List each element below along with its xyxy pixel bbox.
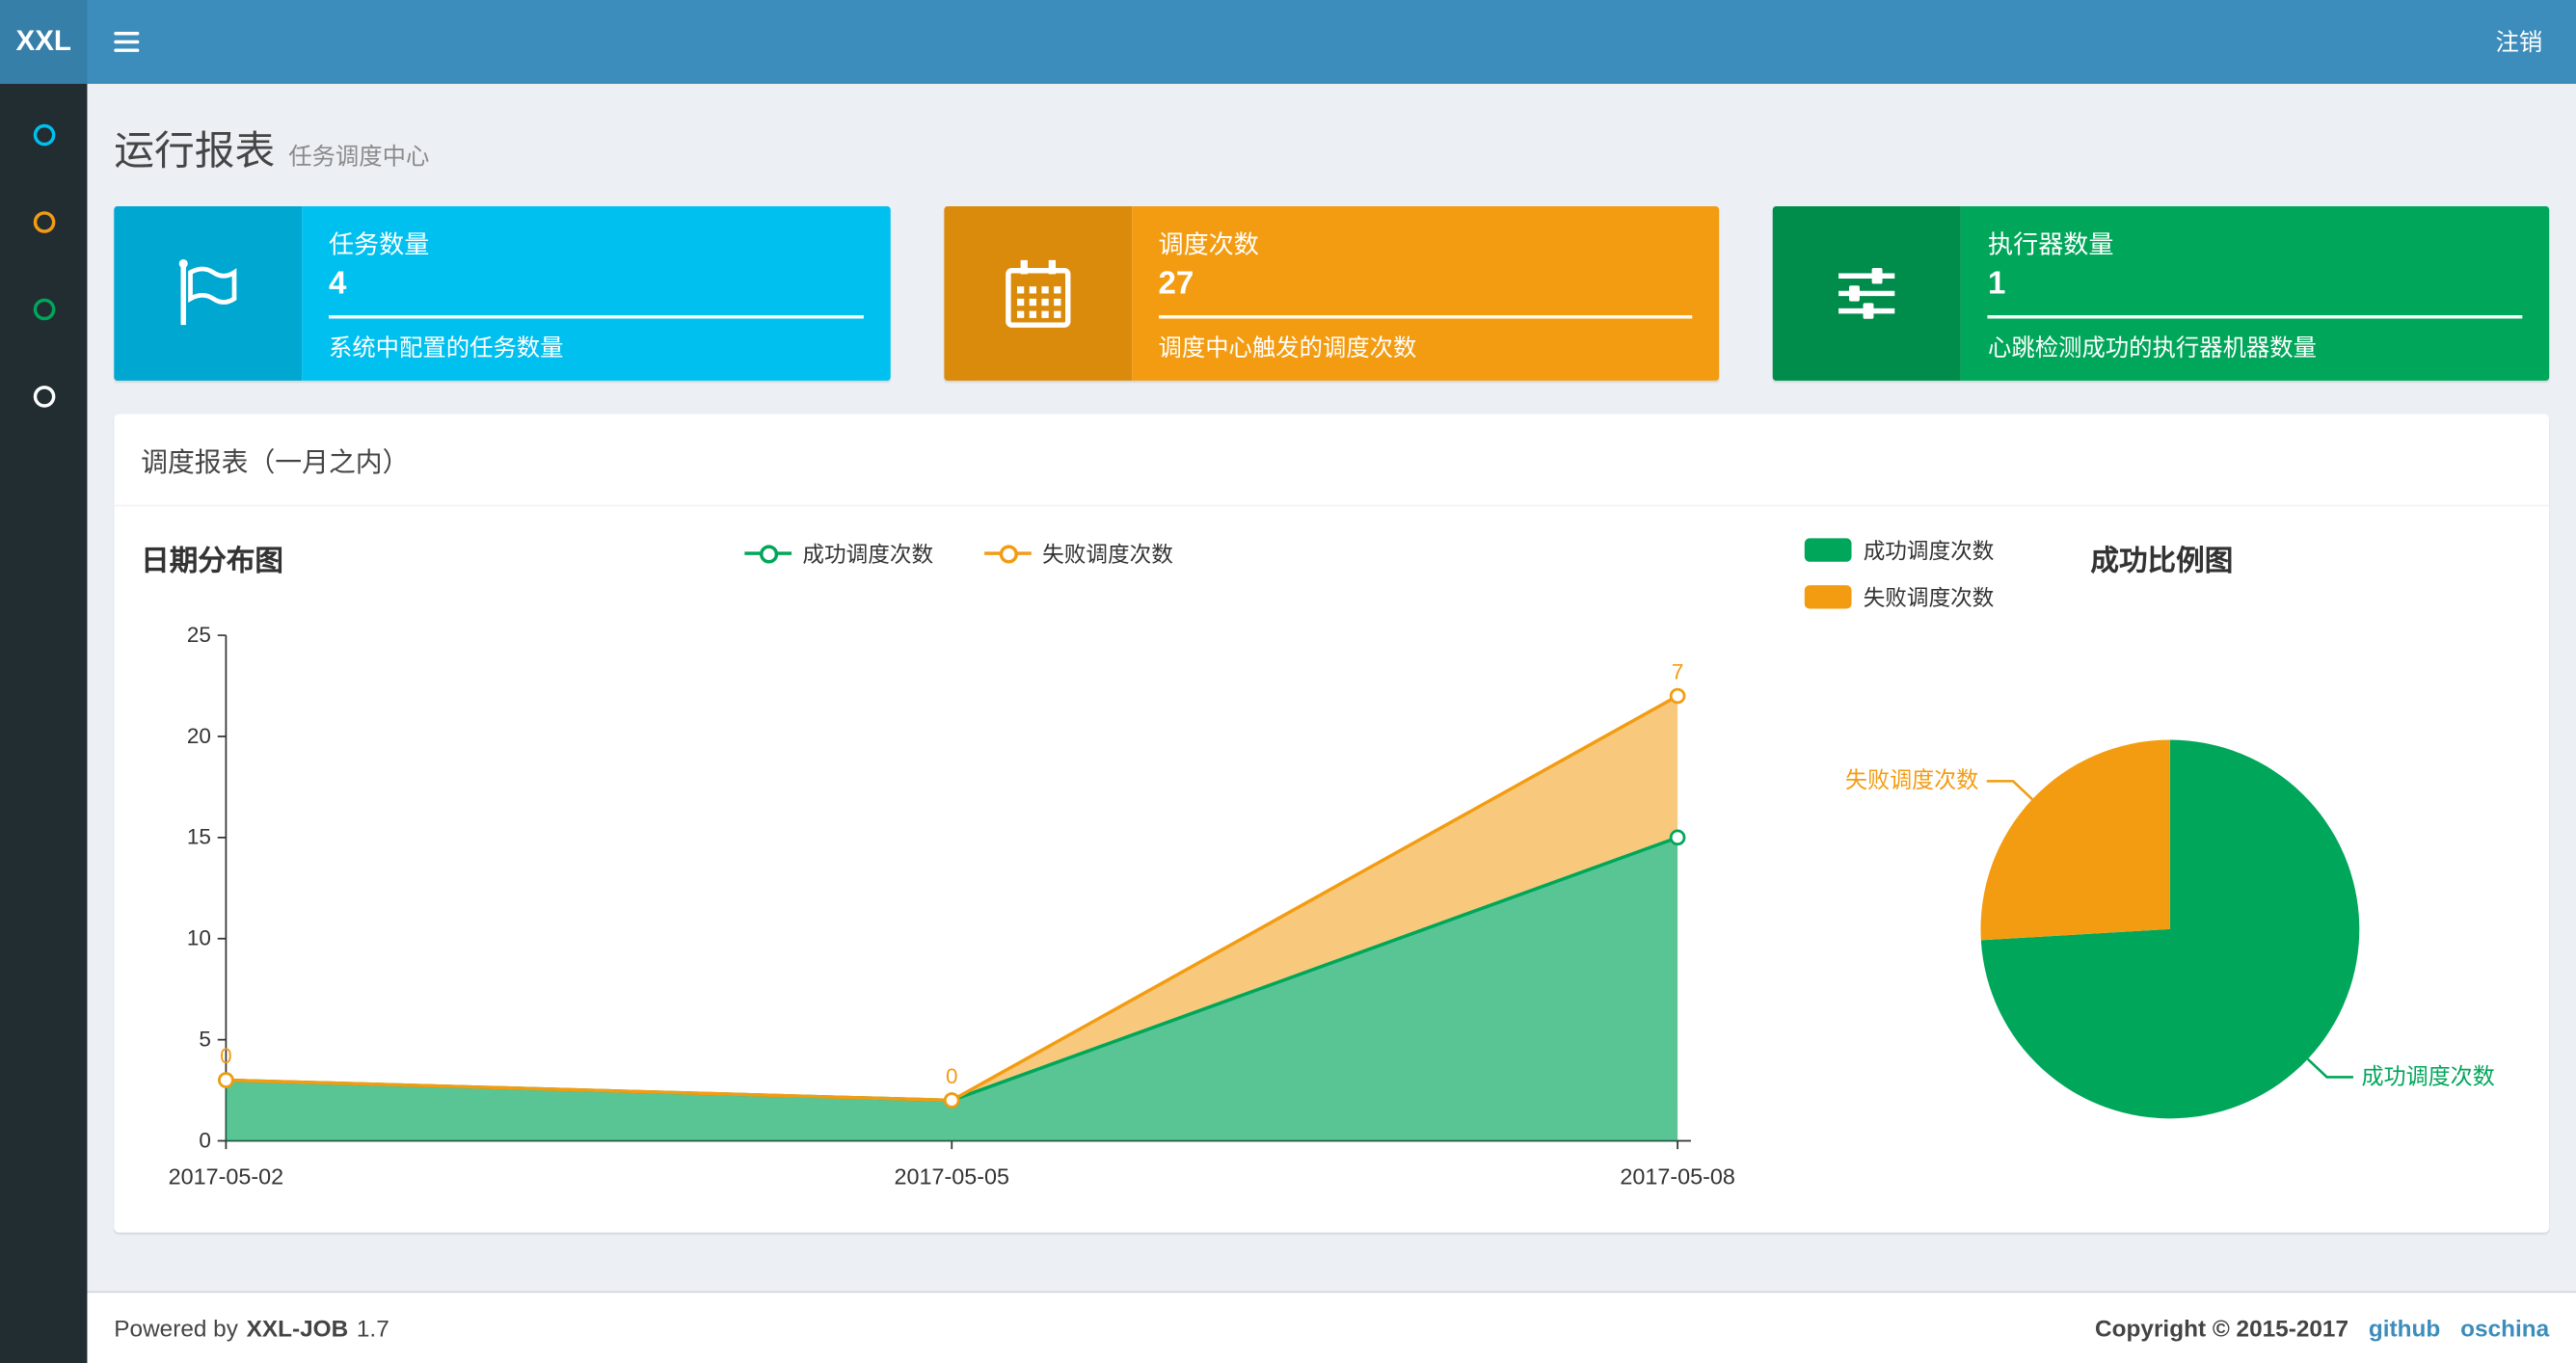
info-box-description: 调度中心触发的调度次数 xyxy=(1158,334,1417,361)
divider xyxy=(1158,315,1693,319)
powered-by: Powered by XXL-JOB 1.7 xyxy=(114,1315,389,1342)
info-box-icon-area xyxy=(943,205,1132,381)
info-box-icon-area xyxy=(114,205,303,381)
schedule-report-panel: 调度报表（一月之内） 日期分布图 成功调度次数 失败调度次数 0 5 10 15… xyxy=(114,414,2550,1233)
info-box-content: 调度次数 27 调度中心触发的调度次数 xyxy=(1131,205,1720,381)
info-box-jobs: 任务数量 4 系统中配置的任务数量 xyxy=(114,205,891,381)
svg-text:2017-05-08: 2017-05-08 xyxy=(1620,1163,1735,1189)
pie-chart-legend: 成功调度次数 失败调度次数 xyxy=(1804,533,1995,627)
svg-text:2017-05-05: 2017-05-05 xyxy=(895,1163,1010,1189)
page-title: 运行报表 xyxy=(114,128,276,174)
info-box-title: 任务数量 xyxy=(328,231,430,260)
logout-link[interactable]: 注销 xyxy=(2462,0,2576,84)
app-logo[interactable]: XXL xyxy=(0,0,88,84)
sidebar-item-2[interactable] xyxy=(0,177,87,264)
circle-icon xyxy=(32,297,55,320)
svg-text:失败调度次数: 失败调度次数 xyxy=(1845,767,1978,792)
oschina-link[interactable]: oschina xyxy=(2460,1315,2549,1342)
calendar-icon xyxy=(1005,259,1070,328)
line-chart-head: 日期分布图 成功调度次数 失败调度次数 xyxy=(141,523,1776,591)
pie-chart[interactable]: 成功调度次数 失败调度次数 xyxy=(1801,578,2522,1220)
circle-icon xyxy=(32,210,55,232)
copyright-text: Copyright © 2015-2017 xyxy=(2095,1314,2349,1342)
info-box-content: 任务数量 4 系统中配置的任务数量 xyxy=(302,205,891,381)
top-navbar: XXL 注销 xyxy=(0,0,2576,84)
legend-label: 失败调度次数 xyxy=(1042,541,1173,567)
info-box-icon-area xyxy=(1773,205,1962,381)
legend-item-success[interactable]: 成功调度次数 xyxy=(1804,533,1995,565)
legend-label: 成功调度次数 xyxy=(1863,538,1995,564)
success-ratio-chart-block: 成功调度次数 失败调度次数 成功比例图 成功调度次数 失败调度次数 xyxy=(1801,523,2522,1220)
hamburger-icon xyxy=(113,40,139,44)
circle-icon xyxy=(32,385,55,407)
app-root: XXL 注销 运行报表 任务调度中心 任务数量 4 系统中配置的任务数量 调度次… xyxy=(0,0,2576,1363)
footer: Powered by XXL-JOB 1.7 Copyright © 2015-… xyxy=(87,1291,2576,1363)
github-link[interactable]: github xyxy=(2369,1315,2440,1342)
line-series-icon xyxy=(983,544,1031,564)
sidebar-toggle-button[interactable] xyxy=(87,0,164,84)
product-name: XXL-JOB xyxy=(246,1314,349,1342)
legend-label: 成功调度次数 xyxy=(802,541,934,567)
svg-text:0: 0 xyxy=(220,1044,232,1068)
info-box-title: 执行器数量 xyxy=(1988,231,2114,260)
flag-icon xyxy=(178,258,237,326)
divider xyxy=(328,315,864,319)
line-chart-legend: 成功调度次数 失败调度次数 xyxy=(743,537,1173,569)
info-box-description: 心跳检测成功的执行器机器数量 xyxy=(1988,334,2317,361)
svg-text:7: 7 xyxy=(1672,660,1684,684)
pie-series-icon xyxy=(1804,537,1852,561)
pie-series-icon xyxy=(1804,584,1852,608)
hamburger-icon xyxy=(113,48,139,52)
legend-item-fail[interactable]: 失败调度次数 xyxy=(983,537,1173,569)
main-content: 运行报表 任务调度中心 任务数量 4 系统中配置的任务数量 调度次数 27 调度… xyxy=(87,83,2576,1292)
legend-item-fail[interactable]: 失败调度次数 xyxy=(1804,580,1995,612)
panel-title: 调度报表（一月之内） xyxy=(114,414,2550,507)
svg-text:25: 25 xyxy=(187,623,211,647)
svg-text:20: 20 xyxy=(187,724,211,748)
line-chart[interactable]: 0 5 10 15 20 25 2017-05-02 2017-05-05 2017-05-08… xyxy=(141,590,1776,1216)
svg-text:成功调度次数: 成功调度次数 xyxy=(2361,1063,2494,1088)
svg-text:0: 0 xyxy=(946,1064,958,1088)
svg-text:5: 5 xyxy=(199,1028,211,1052)
info-box-value: 1 xyxy=(1988,266,2006,303)
svg-text:15: 15 xyxy=(187,825,211,849)
info-box-title: 调度次数 xyxy=(1158,231,1259,260)
info-box-value: 27 xyxy=(1158,266,1194,303)
line-series-icon xyxy=(743,544,792,564)
hamburger-icon xyxy=(113,32,139,36)
line-chart-title: 日期分布图 xyxy=(141,544,283,576)
legend-label: 失败调度次数 xyxy=(1863,585,1995,611)
info-box-content: 执行器数量 1 心跳检测成功的执行器机器数量 xyxy=(1961,205,2550,381)
info-box-row: 任务数量 4 系统中配置的任务数量 调度次数 27 调度中心触发的调度次数 执行… xyxy=(114,205,2550,381)
svg-text:0: 0 xyxy=(199,1128,211,1152)
sidebar xyxy=(0,83,88,1363)
legend-item-success[interactable]: 成功调度次数 xyxy=(743,537,933,569)
date-distribution-chart-block: 日期分布图 成功调度次数 失败调度次数 0 5 10 15 20 25 2017… xyxy=(141,523,1776,1220)
circle-icon xyxy=(32,122,55,146)
info-box-value: 4 xyxy=(328,266,347,303)
info-box-executors: 执行器数量 1 心跳检测成功的执行器机器数量 xyxy=(1773,205,2550,381)
sliders-icon xyxy=(1838,268,1895,319)
panel-body: 日期分布图 成功调度次数 失败调度次数 0 5 10 15 20 25 2017… xyxy=(114,506,2549,1220)
powered-prefix: Powered by xyxy=(114,1314,238,1342)
info-box-triggers: 调度次数 27 调度中心触发的调度次数 xyxy=(943,205,1720,381)
info-box-description: 系统中配置的任务数量 xyxy=(328,334,564,361)
sidebar-item-1[interactable] xyxy=(0,91,87,177)
sidebar-item-4[interactable] xyxy=(0,352,87,439)
sidebar-item-3[interactable] xyxy=(0,265,87,352)
page-header: 运行报表 任务调度中心 xyxy=(87,84,2576,193)
copyright-area: Copyright © 2015-2017 github oschina xyxy=(2095,1315,2549,1342)
product-version: 1.7 xyxy=(356,1314,389,1342)
page-subtitle: 任务调度中心 xyxy=(288,142,430,170)
svg-text:10: 10 xyxy=(187,926,211,950)
svg-text:2017-05-02: 2017-05-02 xyxy=(169,1163,283,1189)
divider xyxy=(1988,315,2523,319)
